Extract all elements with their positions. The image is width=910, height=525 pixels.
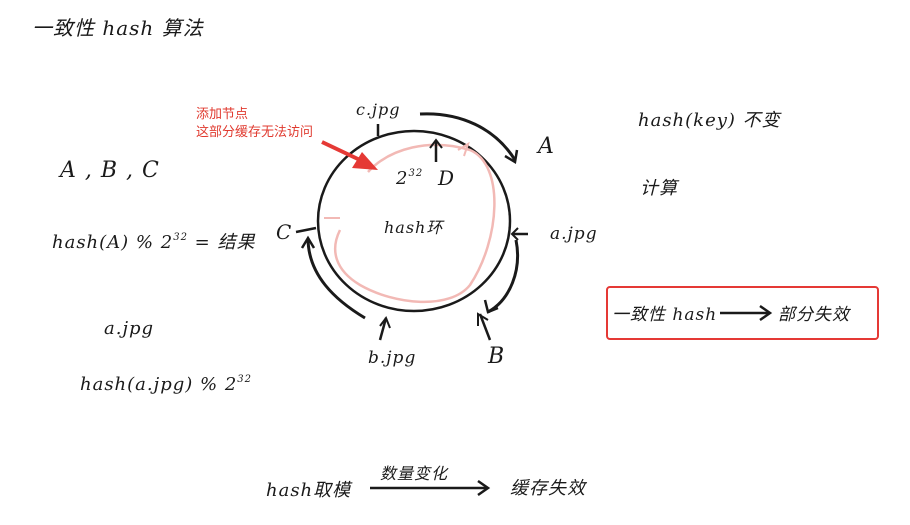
annotation-arrowhead	[352, 152, 378, 170]
highlight-right-text: 部分失效	[778, 305, 850, 325]
annotation-line-1: 添加节点	[196, 107, 249, 122]
arrow-c-right	[295, 226, 317, 234]
ring-file-c: c.jpg	[356, 100, 401, 119]
bottom-flow-left: hash取模	[266, 480, 352, 501]
ring-max-exp: 32	[408, 168, 424, 179]
ring-file-a: a.jpg	[550, 224, 598, 244]
ring-node-a: A	[538, 134, 555, 159]
ring-max-value: 232	[396, 168, 423, 189]
ring-center-label: hash环	[384, 218, 444, 237]
ring-node-b: B	[488, 344, 506, 369]
ring-node-d: D	[438, 166, 456, 190]
annotation: 添加节点 这部分缓存无法访问	[196, 106, 313, 142]
affected-region-arrowhead	[457, 141, 470, 157]
whiteboard-canvas: 一致性 hash 算法 A , B , C hash(A) % 232 = 结果…	[0, 0, 910, 525]
hash-ring-diagram	[295, 112, 879, 497]
ring-max-label: 2	[396, 168, 409, 189]
right-note-compute: 计算	[640, 178, 678, 199]
ring-node-c: C	[276, 220, 293, 244]
arrow-b-jpg-to-c	[306, 237, 366, 320]
right-note-hash-key: hash(key) 不变	[638, 110, 781, 131]
arrow-a-jpg-to-b	[487, 239, 520, 314]
highlight-left-text: 一致性 hash	[612, 305, 718, 325]
arrow-c-to-a	[419, 112, 517, 161]
bottom-flow-right: 缓存失效	[510, 478, 586, 499]
ring-file-b: b.jpg	[368, 348, 417, 368]
bottom-flow-middle: 数量变化	[380, 464, 449, 483]
annotation-line-2: 这部分缓存无法访问	[196, 125, 314, 140]
